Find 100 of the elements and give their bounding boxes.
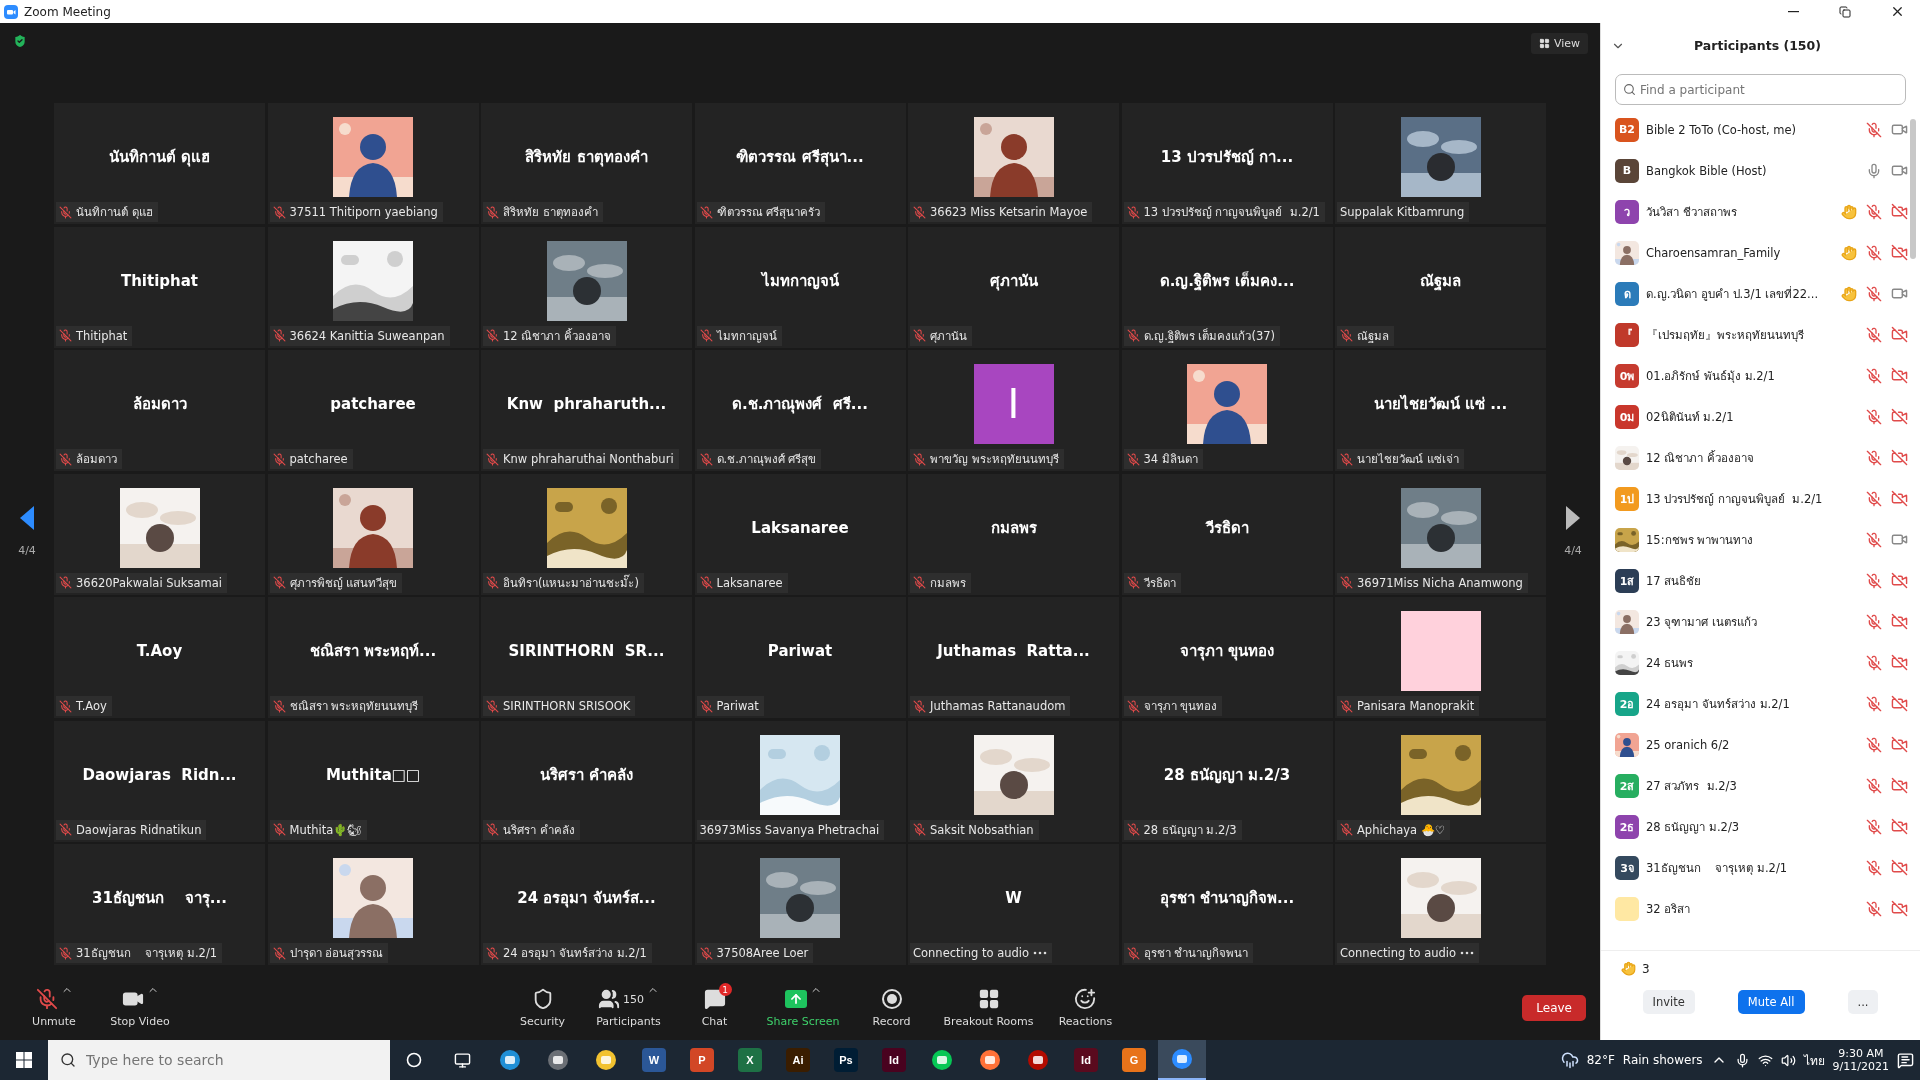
tile-name: 24 อรอุมา จันทร์ส... bbox=[517, 888, 656, 910]
video-off-icon[interactable] bbox=[1890, 818, 1908, 835]
video-off-icon[interactable] bbox=[1890, 408, 1908, 425]
app-icon: Ai bbox=[786, 1048, 810, 1072]
notifications-icon[interactable] bbox=[1897, 1051, 1914, 1069]
video-off-icon[interactable] bbox=[1890, 572, 1908, 589]
mic-muted-icon[interactable] bbox=[1866, 244, 1882, 261]
weather-icon[interactable] bbox=[1560, 1051, 1579, 1069]
participant-row[interactable]: 15:กชพร พาพานทาง bbox=[1601, 519, 1912, 560]
avatar: 2ส bbox=[1615, 773, 1639, 798]
participant-row[interactable]: 24 ธนพร bbox=[1601, 642, 1912, 683]
search-icon bbox=[60, 1052, 76, 1068]
panel-button[interactable]: Invite bbox=[1642, 990, 1695, 1014]
taskbar-app-icon[interactable] bbox=[1158, 1040, 1206, 1080]
participant-name: Thitiphat bbox=[76, 328, 128, 343]
participant-row[interactable]: 『 『เปรมฤทัย』พระหฤทัยนนทบุรี bbox=[1601, 314, 1912, 355]
video-off-icon[interactable] bbox=[1890, 244, 1908, 261]
participant-row[interactable]: 1ป 13 ปวรปรัชญ์ กาญจนพิบูลย์ ม.2/1 bbox=[1601, 478, 1912, 519]
clock[interactable]: 9:30 AM 9/11/2021 bbox=[1832, 1047, 1889, 1073]
participant-name: 28 ธนัญญา ม.2/3 bbox=[1646, 818, 1741, 836]
mic-icon[interactable] bbox=[1734, 1052, 1750, 1068]
participant-row[interactable]: 2ธ 28 ธนัญญา ม.2/3 bbox=[1601, 806, 1912, 847]
mic-muted-icon[interactable] bbox=[1866, 695, 1882, 712]
participant-row[interactable]: 2อ 24 อรอุมา จันทร์สว่าง ม.2/1 bbox=[1601, 683, 1912, 724]
participant-name: นริศรา คำคลัง bbox=[503, 821, 575, 839]
search-field[interactable]: Find a participant bbox=[1615, 74, 1906, 105]
mic-muted-icon[interactable] bbox=[1866, 654, 1882, 671]
participant-row[interactable]: Charoensamran_Family bbox=[1601, 232, 1912, 273]
network-icon[interactable] bbox=[1757, 1052, 1773, 1068]
mic-muted-icon[interactable] bbox=[1866, 367, 1882, 384]
toolbar-button[interactable]: Breakout Rooms bbox=[937, 983, 1040, 1032]
previous-page-arrow[interactable] bbox=[20, 506, 34, 530]
toolbar-button[interactable]: Unmute bbox=[14, 983, 94, 1032]
encryption-shield-icon[interactable] bbox=[12, 33, 28, 49]
toolbar-button[interactable]: 150 Participants bbox=[588, 983, 669, 1032]
mic-muted-icon[interactable] bbox=[1866, 490, 1882, 507]
mic-muted-icon[interactable] bbox=[1866, 613, 1882, 630]
participant-row[interactable]: 23 จุฑามาศ เนตรแก้ว bbox=[1601, 601, 1912, 642]
toolbar-button[interactable]: Record bbox=[851, 983, 932, 1032]
participant-name: 36971Miss Nicha Anamwong bbox=[1357, 575, 1523, 590]
mic-muted-icon[interactable] bbox=[1866, 900, 1882, 917]
view-button[interactable]: View bbox=[1530, 33, 1588, 54]
next-page-arrow[interactable] bbox=[1566, 506, 1580, 530]
raised-hand-count: 3 bbox=[1642, 961, 1650, 976]
participant-row[interactable]: 1ส 17 สนธิชัย bbox=[1601, 560, 1912, 601]
participant-row[interactable]: B Bangkok Bible (Host) bbox=[1601, 150, 1912, 191]
toolbar-button[interactable]: Security bbox=[502, 983, 583, 1032]
video-off-icon[interactable] bbox=[1890, 736, 1908, 753]
video-off-icon[interactable] bbox=[1890, 695, 1908, 712]
mic-muted-icon[interactable] bbox=[1866, 121, 1882, 138]
video-off-icon[interactable] bbox=[1890, 654, 1908, 671]
mic-muted-icon[interactable] bbox=[1866, 285, 1882, 302]
toolbar-button[interactable]: Share Screen bbox=[760, 983, 846, 1032]
video-off-icon[interactable] bbox=[1890, 613, 1908, 630]
participant-row[interactable]: ด ด.ญ.วนิดา อูบคำ ป.3/1 เลขที่22... bbox=[1601, 273, 1912, 314]
participant-name: 31ธัญชนก จารุเหตุ ม.2/1 bbox=[76, 945, 218, 962]
mic-muted-icon[interactable] bbox=[1866, 203, 1882, 220]
mic-muted-icon[interactable] bbox=[1866, 408, 1882, 425]
participant-row[interactable]: 2ส 27 สวภัทร ม.2/3 bbox=[1601, 765, 1912, 806]
video-off-icon[interactable] bbox=[1890, 490, 1908, 507]
scrollbar-thumb[interactable] bbox=[1910, 119, 1916, 259]
toolbar-button[interactable]: Stop Video bbox=[100, 983, 180, 1032]
mic-muted-icon[interactable] bbox=[1866, 572, 1882, 589]
avatar: 2อ bbox=[1615, 691, 1639, 716]
participant-row[interactable]: 32 อริสา bbox=[1601, 888, 1912, 929]
video-off-icon[interactable] bbox=[1890, 326, 1908, 343]
participant-row[interactable]: 0พ 01.อภิรักษ์ พันธ์มุ้ง ม.2/1 bbox=[1601, 355, 1912, 396]
language-indicator[interactable]: ไทย bbox=[1803, 1050, 1825, 1070]
mic-muted-icon[interactable] bbox=[1866, 449, 1882, 466]
volume-icon[interactable] bbox=[1780, 1052, 1796, 1068]
participant-row[interactable]: 0ม 02นิตินันท์ ม.2/1 bbox=[1601, 396, 1912, 437]
participant-row[interactable]: B2 Bible 2 ToTo (Co-host, me) bbox=[1601, 109, 1912, 150]
toolbar-button[interactable]: Reactions bbox=[1045, 983, 1126, 1032]
leave-button[interactable]: Leave bbox=[1522, 994, 1586, 1021]
panel-button[interactable]: Mute All bbox=[1737, 990, 1805, 1014]
mic-muted-icon[interactable] bbox=[1866, 326, 1882, 343]
panel-button[interactable]: ... bbox=[1847, 990, 1879, 1014]
video-off-icon[interactable] bbox=[1890, 203, 1908, 220]
participant-row[interactable]: ว วันวิสา ชีวาสถาพร bbox=[1601, 191, 1912, 232]
toolbar-button[interactable]: Chat 1 bbox=[674, 983, 755, 1032]
mic-muted-icon bbox=[1126, 823, 1140, 836]
participant-row[interactable]: 25 oranich 6/2 bbox=[1601, 724, 1912, 765]
page-indicator: 4/4 bbox=[1564, 544, 1582, 557]
video-off-icon[interactable] bbox=[1890, 367, 1908, 384]
window-title: Zoom Meeting bbox=[24, 4, 112, 19]
mic-muted-icon[interactable] bbox=[1866, 818, 1882, 835]
video-off-icon[interactable] bbox=[1890, 777, 1908, 794]
participant-row[interactable]: 3จ 31ธัญชนก จารุเหตุ ม.2/1 bbox=[1601, 847, 1912, 888]
mic-muted-icon[interactable] bbox=[1866, 736, 1882, 753]
video-off-icon[interactable] bbox=[1890, 900, 1908, 917]
participants-icon bbox=[598, 988, 620, 1010]
taskbar-search-field[interactable]: Type here to search bbox=[48, 1040, 390, 1080]
mic-muted-icon[interactable] bbox=[1866, 859, 1882, 876]
video-off-icon[interactable] bbox=[1890, 449, 1908, 466]
mic-muted-icon[interactable] bbox=[1866, 777, 1882, 794]
video-off-icon[interactable] bbox=[1890, 859, 1908, 876]
mic-muted-icon[interactable] bbox=[1866, 531, 1882, 548]
mic-muted-icon bbox=[1340, 699, 1353, 713]
participant-row[interactable]: 12 ณิชาภา คิ้วองอาจ bbox=[1601, 437, 1912, 478]
mic-muted-icon bbox=[59, 823, 72, 836]
